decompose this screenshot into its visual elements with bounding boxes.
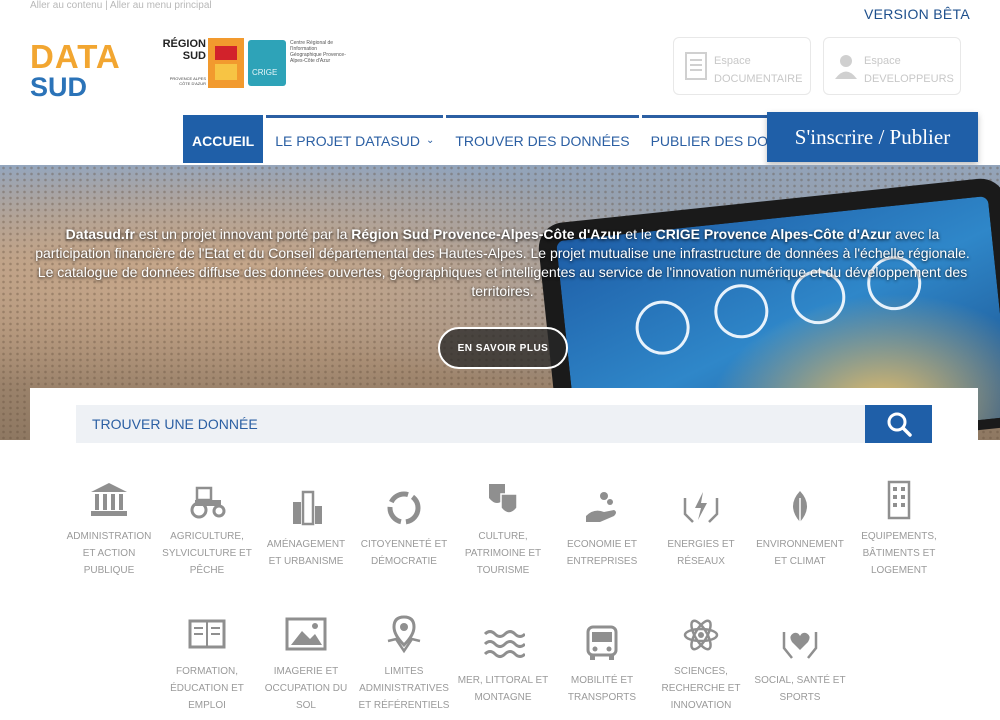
bank-icon [91, 483, 127, 516]
search-input[interactable] [76, 405, 866, 443]
book-icon [188, 619, 226, 649]
category-mer[interactable]: MER, LITTORAL ET MONTAGNE [450, 624, 556, 703]
category-environnement[interactable]: ENVIRONNEMENT ET CLIMAT [747, 488, 853, 567]
skip-links: Aller au contenu | Aller au menu princip… [30, 0, 212, 11]
en-savoir-plus-button[interactable]: EN SAVOIR PLUS [438, 327, 568, 369]
category-agriculture[interactable]: AGRICULTURE, SYLVICULTURE ET PÊCHE [154, 480, 260, 576]
category-label: EQUIPEMENTS, BÂTIMENTS ET LOGEMENT [861, 531, 937, 576]
theatre-masks-icon [489, 484, 518, 514]
sinscrire-publier-button[interactable]: S'inscrire / Publier [767, 112, 978, 162]
crige-logo-label: CRIGE [252, 68, 278, 77]
skip-to-menu-link[interactable]: Aller au menu principal [110, 0, 212, 11]
category-amenagement[interactable]: AMÉNAGEMENT ET URBANISME [253, 488, 359, 567]
category-sciences[interactable]: SCIENCES, RECHERCHE ET INNOVATION [648, 615, 754, 711]
search-button[interactable] [865, 405, 932, 443]
category-equipements[interactable]: EQUIPEMENTS, BÂTIMENTS ET LOGEMENT [846, 480, 952, 576]
skip-to-content-link[interactable]: Aller au contenu [30, 0, 102, 11]
leaf-icon [793, 491, 807, 526]
hero-description: Datasud.fr est un projet innovant porté … [35, 226, 970, 299]
ring-icon [387, 491, 421, 525]
crige-description: Centre Régional de l'Information Géograp… [290, 40, 346, 64]
chevron-down-icon: ⌄ [425, 135, 435, 146]
image-icon [285, 617, 327, 651]
datasud-logo-data[interactable]: DATA [30, 40, 121, 73]
espace-developpeurs-label: Espace DEVELOPPEURS [864, 55, 954, 85]
building-icon [887, 480, 911, 520]
region-sud-flag-icon [208, 38, 244, 88]
category-social[interactable]: SOCIAL, SANTÉ ET SPORTS [747, 624, 853, 703]
region-sud-logo-text: RÉGION SUD [162, 38, 206, 62]
lightbulb-icon [632, 297, 693, 358]
espace-documentaire-label: Espace DOCUMENTAIRE [714, 55, 803, 85]
nav-le-projet-datasud[interactable]: LE PROJET DATASUD ⌄ [266, 115, 444, 163]
buildings-icon [293, 490, 322, 526]
document-icon [685, 52, 707, 80]
main-nav: ACCUEIL LE PROJET DATASUD ⌄ TROUVER DES D… [183, 115, 828, 163]
datasud-logo-sud[interactable]: SUD [30, 74, 87, 101]
category-culture[interactable]: CULTURE, PATRIMOINE ET TOURISME [450, 480, 556, 576]
skip-separator: | [105, 0, 108, 11]
hands-energy-icon [683, 492, 719, 523]
category-energies[interactable]: ENERGIES ET RÉSEAUX [648, 488, 754, 567]
version-beta-label: VERSION BÊTA [863, 6, 970, 22]
category-limites[interactable]: LIMITES ADMINISTRATIVES ET RÉFÉRENTIELS [351, 615, 457, 711]
bus-icon [586, 625, 618, 660]
map-pin-icon [387, 615, 421, 654]
partner-logos: RÉGION SUD PROVENCE ALPES CÔTE D'AZUR CR… [160, 38, 350, 90]
waves-icon [483, 630, 525, 658]
category-citoyennete[interactable]: CITOYENNETÉ ET DÉMOCRATIE [351, 488, 457, 567]
crige-logo-icon [248, 40, 286, 86]
category-formation[interactable]: FORMATION, ÉDUCATION ET EMPLOI [154, 615, 260, 711]
nav-accueil[interactable]: ACCUEIL [183, 115, 264, 163]
category-imagerie[interactable]: IMAGERIE ET OCCUPATION DU SOL [253, 615, 359, 711]
region-sud-subtitle: PROVENCE ALPES CÔTE D'AZUR [169, 76, 206, 86]
category-administration[interactable]: ADMINISTRATION ET ACTION PUBLIQUE [56, 480, 162, 576]
category-label: SOCIAL, SANTÉ ET SPORTS [754, 675, 846, 703]
user-icon [835, 55, 857, 79]
search-icon [887, 412, 912, 437]
espace-developpeurs-button[interactable]: Espace DEVELOPPEURS [823, 37, 961, 95]
hands-heart-icon [782, 632, 818, 659]
hand-coins-icon [586, 492, 616, 522]
category-economie[interactable]: ECONOMIE ET ENTREPRISES [549, 488, 655, 567]
nav-trouver-des-donnees[interactable]: TROUVER DES DONNÉES [446, 115, 639, 163]
atom-icon [683, 619, 719, 651]
tractor-icon [190, 486, 226, 519]
category-mobilite[interactable]: MOBILITÉ ET TRANSPORTS [549, 624, 655, 703]
espace-documentaire-button[interactable]: Espace DOCUMENTAIRE [673, 37, 811, 95]
